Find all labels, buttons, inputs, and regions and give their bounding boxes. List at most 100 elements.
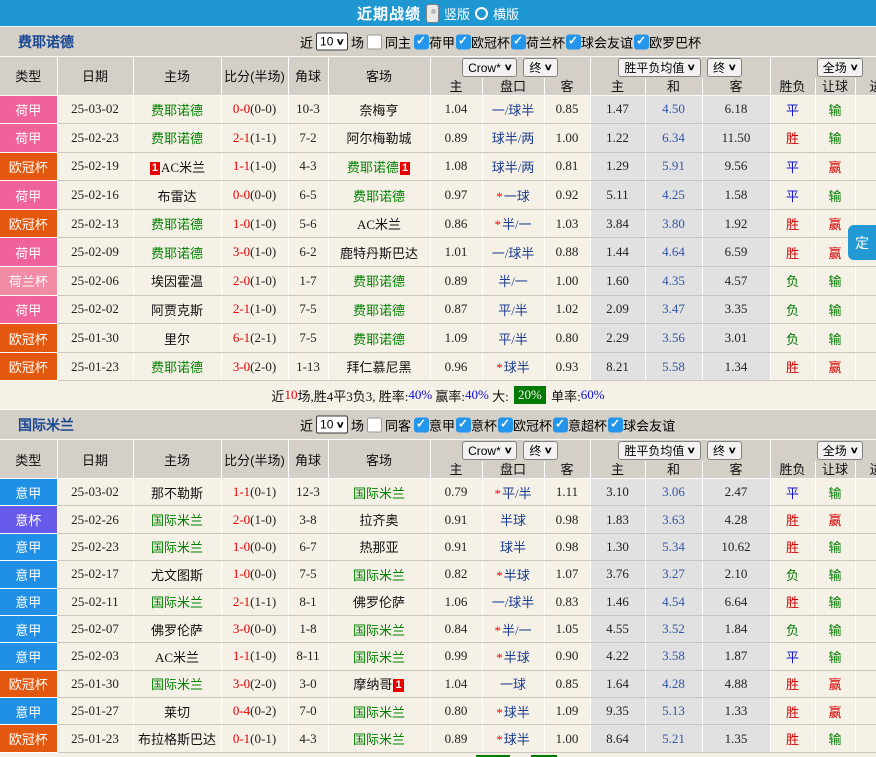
team-link[interactable]: 布拉格斯巴达: [138, 732, 216, 747]
team-link[interactable]: 佛罗伦萨: [151, 623, 203, 638]
bookmaker-select[interactable]: Crow*∨: [462, 441, 517, 460]
handicap-cell: 球半/两: [482, 124, 544, 153]
league-type-badge[interactable]: 意甲: [0, 698, 57, 725]
mean-away-odds: 3.35: [702, 295, 770, 324]
league-checkbox[interactable]: [553, 417, 568, 432]
team-link[interactable]: 奈梅亨: [359, 103, 398, 118]
team-link[interactable]: 里尔: [164, 332, 190, 347]
match-date: 25-02-09: [57, 238, 133, 267]
team-link[interactable]: 费耶诺德: [347, 160, 399, 175]
league-type-badge[interactable]: 荷甲: [0, 181, 57, 210]
team-link[interactable]: 费耶诺德: [151, 217, 203, 232]
team-link[interactable]: 佛罗伦萨: [353, 595, 405, 610]
team-link[interactable]: 鹿特丹斯巴达: [340, 246, 418, 261]
team-link[interactable]: 国际米兰: [353, 650, 405, 665]
match-count-select[interactable]: 10∨: [316, 33, 348, 51]
team-link[interactable]: AC米兰: [155, 650, 199, 665]
team-link[interactable]: 国际米兰: [151, 513, 203, 528]
league-type-badge[interactable]: 意甲: [0, 588, 57, 615]
goals-result-value: 大: [855, 588, 876, 615]
period-select[interactable]: 全场∨: [817, 58, 864, 77]
team-link[interactable]: 摩纳哥: [353, 677, 392, 692]
team-link[interactable]: 布雷达: [157, 189, 196, 204]
mean-stage-select[interactable]: 终∨: [707, 441, 742, 460]
team-link[interactable]: 拉齐奥: [359, 513, 398, 528]
league-type-badge[interactable]: 意甲: [0, 533, 57, 560]
league-checkbox[interactable]: [511, 34, 526, 49]
odds-stage-select[interactable]: 终∨: [523, 58, 558, 77]
league-checkbox[interactable]: [608, 417, 623, 432]
team-link[interactable]: 费耶诺德: [353, 274, 405, 289]
result-value: 负: [770, 295, 815, 324]
league-checkbox[interactable]: [566, 34, 581, 49]
team-link[interactable]: AC米兰: [161, 160, 205, 175]
team-link[interactable]: 国际米兰: [151, 540, 203, 555]
mean-odds-select[interactable]: 胜平负均值∨: [618, 58, 701, 77]
match-count-select[interactable]: 10∨: [316, 416, 348, 434]
league-checkbox[interactable]: [414, 417, 429, 432]
league-type-badge[interactable]: 荷甲: [0, 238, 57, 267]
team-link[interactable]: 费耶诺德: [353, 332, 405, 347]
team-link[interactable]: 费耶诺德: [151, 246, 203, 261]
team-link[interactable]: 国际米兰: [353, 486, 405, 501]
handicap-cell: *球半: [482, 698, 544, 725]
league-type-badge[interactable]: 意甲: [0, 615, 57, 642]
league-checkbox[interactable]: [456, 34, 471, 49]
league-type-badge[interactable]: 意甲: [0, 643, 57, 670]
match-date: 25-01-23: [57, 725, 133, 752]
horizontal-layout-radio[interactable]: [475, 7, 488, 20]
league-type-badge[interactable]: 荷甲: [0, 295, 57, 324]
team-link[interactable]: 国际米兰: [353, 568, 405, 583]
league-type-badge[interactable]: 意甲: [0, 478, 57, 505]
team-link[interactable]: AC米兰: [357, 217, 401, 232]
league-type-badge[interactable]: 欧冠杯: [0, 670, 57, 697]
league-type-badge[interactable]: 欧冠杯: [0, 352, 57, 381]
league-type-badge[interactable]: 荷甲: [0, 124, 57, 153]
team-link[interactable]: 费耶诺德: [151, 131, 203, 146]
league-type-badge[interactable]: 荷甲: [0, 95, 57, 124]
team-link[interactable]: 那不勒斯: [151, 486, 203, 501]
pin-tab-button[interactable]: 定: [848, 225, 876, 260]
league-type-badge[interactable]: 欧冠杯: [0, 152, 57, 181]
team-link[interactable]: 热那亚: [359, 540, 398, 555]
team-link[interactable]: 国际米兰: [353, 623, 405, 638]
league-type-badge[interactable]: 荷兰杯: [0, 267, 57, 296]
team-link[interactable]: 莱切: [164, 705, 190, 720]
team-link[interactable]: 国际米兰: [353, 705, 405, 720]
league-type-badge[interactable]: 欧冠杯: [0, 324, 57, 353]
league-checkbox[interactable]: [456, 417, 471, 432]
period-select[interactable]: 全场∨: [817, 441, 864, 460]
team-link[interactable]: 拜仁慕尼黑: [346, 360, 411, 375]
odds-stage-select[interactable]: 终∨: [523, 441, 558, 460]
team-link[interactable]: 费耶诺德: [151, 360, 203, 375]
goals-result-value: 小: [855, 181, 876, 210]
team-link[interactable]: 国际米兰: [151, 595, 203, 610]
team-link[interactable]: 尤文图斯: [151, 568, 203, 583]
league-checkbox[interactable]: [414, 34, 429, 49]
bookmaker-select[interactable]: Crow*∨: [462, 58, 517, 77]
league-type-badge[interactable]: 意甲: [0, 561, 57, 588]
team-link[interactable]: 埃因霍温: [151, 274, 203, 289]
same-venue-checkbox[interactable]: [367, 417, 382, 432]
team-link[interactable]: 国际米兰: [151, 677, 203, 692]
vertical-layout-radio[interactable]: [426, 4, 439, 23]
team-link[interactable]: 国际米兰: [353, 732, 405, 747]
handicap-cell: 一球: [482, 670, 544, 697]
home-odds: 1.04: [430, 95, 482, 124]
mean-stage-select[interactable]: 终∨: [707, 58, 742, 77]
team-link[interactable]: 费耶诺德: [353, 303, 405, 318]
team-link[interactable]: 费耶诺德: [353, 189, 405, 204]
league-checkbox[interactable]: [634, 34, 649, 49]
league-type-badge[interactable]: 意杯: [0, 506, 57, 533]
league-type-badge[interactable]: 欧冠杯: [0, 209, 57, 238]
handicap-value: 半/一: [498, 274, 528, 289]
away-odds: 0.88: [544, 238, 590, 267]
league-type-badge[interactable]: 欧冠杯: [0, 725, 57, 752]
corner-count: 6-2: [288, 238, 328, 267]
mean-odds-select[interactable]: 胜平负均值∨: [618, 441, 701, 460]
same-venue-checkbox[interactable]: [367, 34, 382, 49]
league-checkbox[interactable]: [498, 417, 513, 432]
team-link[interactable]: 阿尔梅勒城: [346, 131, 411, 146]
team-link[interactable]: 阿贾克斯: [151, 303, 203, 318]
team-link[interactable]: 费耶诺德: [151, 103, 203, 118]
